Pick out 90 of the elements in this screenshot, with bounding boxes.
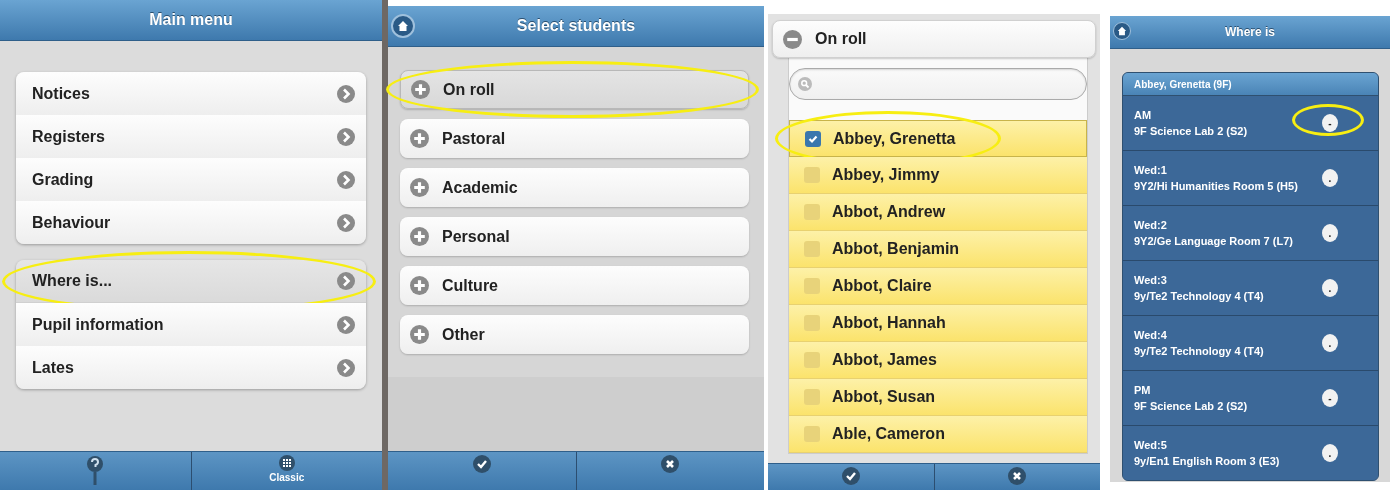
- student-row[interactable]: Able, Cameron: [789, 416, 1087, 453]
- chevron-right-icon: [337, 315, 355, 334]
- period-label: Wed:3: [1134, 273, 1168, 287]
- room-label: 9Y2/Ge Language Room 7 (L7): [1134, 234, 1293, 248]
- home-button[interactable]: [1113, 22, 1131, 40]
- chevron-right-icon: [337, 170, 355, 189]
- student-name: Abbot, Benjamin: [832, 240, 960, 258]
- category-item[interactable]: Pastoral: [400, 119, 749, 158]
- category-item[interactable]: Culture: [400, 266, 749, 305]
- chevron-right-icon: [337, 358, 355, 377]
- student-name: Abbot, Hannah: [832, 314, 946, 332]
- close-icon: [1008, 467, 1027, 485]
- mark-button[interactable]: .: [1322, 334, 1338, 352]
- chevron-right-icon: [337, 272, 355, 290]
- category-item[interactable]: Academic: [400, 168, 749, 207]
- student-name: Abbot, James: [832, 351, 937, 369]
- menu-item[interactable]: Notices: [16, 72, 366, 115]
- checkbox[interactable]: [804, 389, 820, 405]
- home-button[interactable]: [391, 14, 415, 38]
- page-title: Select students: [516, 17, 636, 35]
- room-label: 9y/En1 English Room 3 (E3): [1134, 454, 1280, 468]
- period-label: Wed:2: [1134, 218, 1168, 232]
- mark-button[interactable]: .: [1322, 169, 1338, 187]
- mark-button[interactable]: -: [1322, 389, 1338, 407]
- student-name: Able, Cameron: [832, 425, 945, 443]
- student-row[interactable]: Abbot, Andrew: [789, 194, 1087, 231]
- checkbox[interactable]: [805, 130, 821, 147]
- menu-item[interactable]: Pupil information: [16, 303, 366, 346]
- checkbox[interactable]: [804, 278, 820, 294]
- room-label: 9F Science Lab 2 (S2): [1134, 124, 1248, 138]
- page-title: Main menu: [149, 11, 233, 29]
- menu-item[interactable]: Registers: [16, 115, 366, 158]
- period-label: PM: [1134, 383, 1152, 397]
- plus-icon: [410, 129, 429, 148]
- student-row[interactable]: Abbot, Claire: [789, 268, 1087, 305]
- chevron-right-icon: [337, 127, 355, 146]
- check-icon: [472, 455, 491, 473]
- check-icon: [841, 467, 860, 485]
- room-label: 9y/Te2 Technology 4 (T4): [1134, 289, 1264, 303]
- checkbox[interactable]: [804, 315, 820, 331]
- plus-icon: [410, 276, 429, 295]
- home-icon: [397, 20, 409, 32]
- room-label: 9F Science Lab 2 (S2): [1134, 399, 1248, 413]
- checkbox[interactable]: [804, 426, 820, 442]
- student-name: Abbot, Susan: [832, 388, 936, 406]
- student-row[interactable]: Abbot, Susan: [789, 379, 1087, 416]
- menu-item[interactable]: Lates: [16, 346, 366, 389]
- student-name: Abbey, Grenetta: [833, 129, 956, 148]
- search-field[interactable]: [789, 68, 1087, 100]
- student-row[interactable]: Abbot, Hannah: [789, 305, 1087, 342]
- period-label: Wed:4: [1134, 328, 1168, 342]
- mark-button[interactable]: .: [1322, 279, 1338, 297]
- minus-icon: [783, 29, 802, 49]
- period-label: Wed:1: [1134, 163, 1168, 177]
- checkbox[interactable]: [804, 352, 820, 368]
- student-row[interactable]: Abbot, James: [789, 342, 1087, 379]
- chevron-right-icon: [337, 213, 355, 232]
- category-item[interactable]: Other: [400, 315, 749, 354]
- mark-button[interactable]: .: [1322, 444, 1338, 462]
- student-name: Abbey, Jimmy: [832, 166, 940, 184]
- help-icon: [85, 455, 106, 485]
- mark-button[interactable]: -: [1322, 114, 1338, 132]
- grid-icon: [278, 455, 295, 471]
- student-name: Abbot, Claire: [832, 277, 932, 295]
- plus-icon: [411, 80, 430, 99]
- plus-icon: [410, 325, 429, 344]
- plus-icon: [410, 227, 429, 246]
- checkbox[interactable]: [804, 167, 820, 183]
- plus-icon: [410, 178, 429, 197]
- student-name: Abbey, Grenetta (9F): [1134, 78, 1232, 90]
- student-row[interactable]: Abbey, Jimmy: [789, 157, 1087, 194]
- menu-item[interactable]: Grading: [16, 158, 366, 201]
- search-icon: [798, 77, 812, 91]
- mark-button[interactable]: .: [1322, 224, 1338, 242]
- home-icon: [1117, 26, 1127, 36]
- page-title: Where is: [1225, 25, 1275, 39]
- room-label: 9y/Te2 Technology 4 (T4): [1134, 344, 1264, 358]
- checkbox[interactable]: [804, 204, 820, 220]
- student-row[interactable]: Abbot, Benjamin: [789, 231, 1087, 268]
- room-label: 9Y2/Hi Humanities Room 5 (H5): [1134, 179, 1298, 193]
- period-label: Wed:5: [1134, 438, 1168, 452]
- chevron-right-icon: [337, 84, 355, 103]
- period-label: AM: [1134, 108, 1153, 122]
- category-item[interactable]: Personal: [400, 217, 749, 256]
- menu-item[interactable]: Behaviour: [16, 201, 366, 244]
- close-icon: [661, 455, 680, 473]
- checkbox[interactable]: [804, 241, 820, 257]
- category-item[interactable]: On roll: [400, 70, 749, 109]
- category-item[interactable]: On roll: [772, 20, 1096, 58]
- student-name: Abbot, Andrew: [832, 203, 946, 221]
